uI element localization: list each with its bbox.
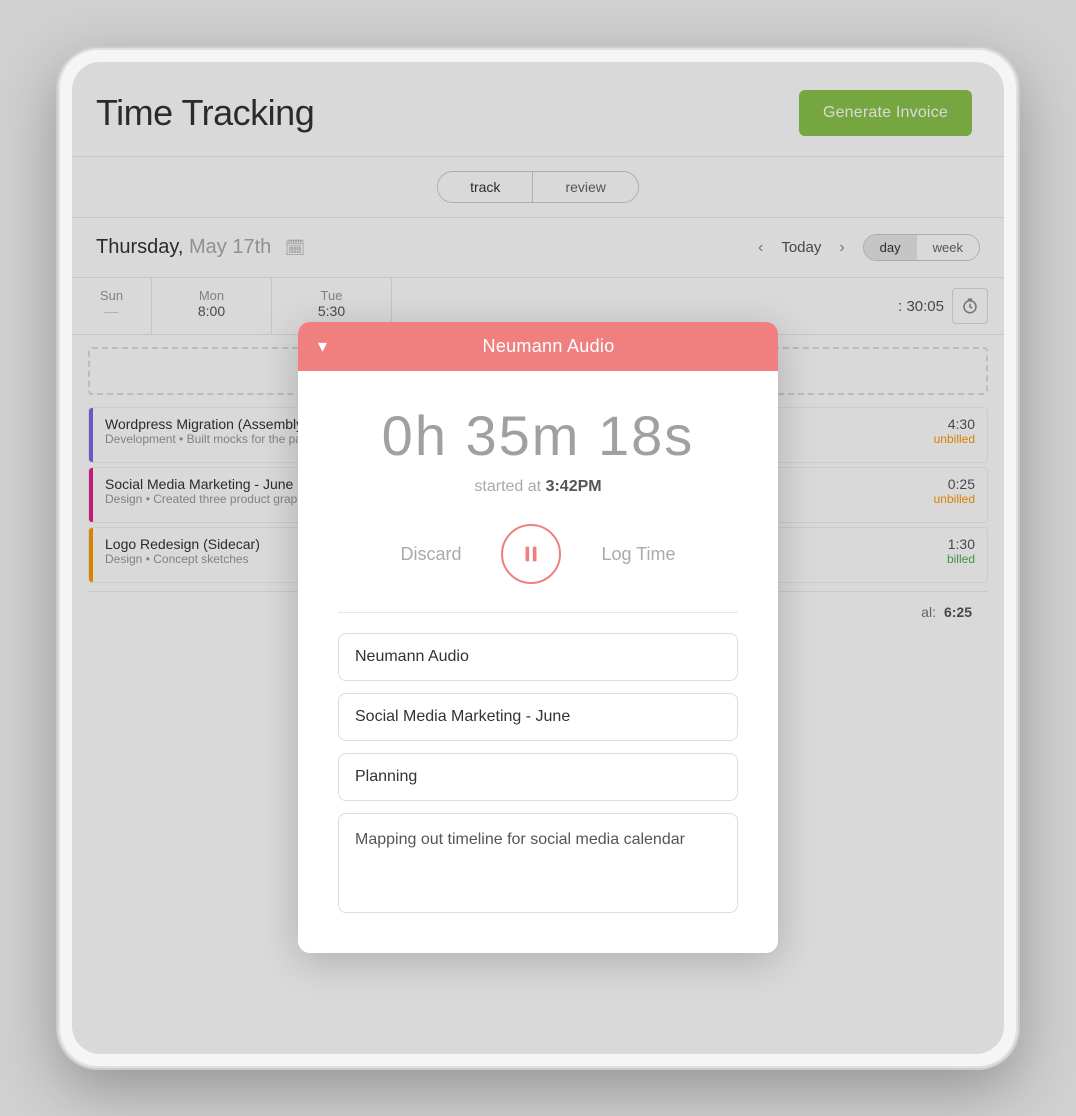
- modal-chevron-icon[interactable]: ▾: [318, 336, 327, 357]
- project-field[interactable]: Social Media Marketing - June: [338, 693, 738, 741]
- modal-divider: [338, 612, 738, 613]
- discard-button[interactable]: Discard: [400, 544, 461, 565]
- started-time: 3:42PM: [546, 478, 602, 495]
- modal-header: ▾ Neumann Audio: [298, 322, 778, 371]
- timer-actions: Discard Log Time: [338, 524, 738, 584]
- started-at: started at 3:42PM: [338, 478, 738, 496]
- pause-button[interactable]: [501, 524, 561, 584]
- pause-icon: [520, 543, 542, 565]
- started-label: started at: [474, 478, 541, 495]
- modal-title: Neumann Audio: [339, 336, 758, 357]
- timer-display: 0h 35m 18s: [338, 403, 738, 468]
- client-field[interactable]: Neumann Audio: [338, 633, 738, 681]
- device-frame: Time Tracking Generate Invoice track rev…: [58, 48, 1018, 1068]
- log-time-button[interactable]: Log Time: [601, 544, 675, 565]
- task-field[interactable]: Planning: [338, 753, 738, 801]
- device-inner: Time Tracking Generate Invoice track rev…: [72, 62, 1004, 1054]
- notes-field[interactable]: Mapping out timeline for social media ca…: [338, 813, 738, 913]
- modal-body: 0h 35m 18s started at 3:42PM Discard: [298, 371, 778, 953]
- timer-modal: ▾ Neumann Audio 0h 35m 18s started at 3:…: [298, 322, 778, 953]
- app-content: Time Tracking Generate Invoice track rev…: [72, 62, 1004, 1054]
